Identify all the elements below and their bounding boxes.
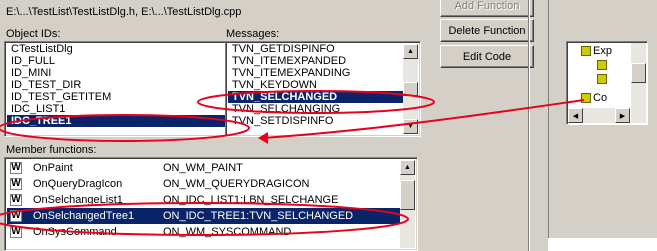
member-function-handler: ON_WM_PAINT [163, 162, 243, 174]
member-functions-scrollbar[interactable]: ▲ [400, 160, 415, 248]
windows-message-icon: W [10, 210, 22, 222]
member-function-row[interactable]: W OnSelchangeList1 ON_IDC_LIST1:LBN_SELC… [7, 192, 401, 208]
object-id-item[interactable]: IDC_LIST1 [7, 103, 247, 115]
member-function-name: OnPaint [33, 162, 73, 174]
member-function-name: OnSelchangeList1 [33, 194, 123, 206]
file-path: E:\...\TestList\TestListDlg.h, E:\...\Te… [6, 6, 242, 18]
add-function-button[interactable]: Add Function [440, 0, 534, 17]
message-item[interactable]: TVN_GETDISPINFO [228, 43, 404, 55]
object-id-item[interactable]: ID_TEST_GETITEM [7, 91, 247, 103]
panel-edge [548, 0, 549, 251]
member-function-name: OnSelchangedTree1 [33, 210, 135, 222]
tree-item[interactable]: Exp [581, 45, 612, 59]
tree-node-icon [581, 46, 591, 57]
member-function-row[interactable]: W OnQueryDragIcon ON_WM_QUERYDRAGICON [7, 176, 401, 192]
member-function-row[interactable]: W OnPaint ON_WM_PAINT [7, 160, 401, 176]
windows-message-icon: W [10, 162, 22, 174]
windows-message-icon: W [10, 194, 22, 206]
scroll-right-icon[interactable]: ▶ [615, 108, 630, 123]
message-item[interactable]: TVN_SETDISPINFO [228, 115, 404, 127]
message-item[interactable]: TVN_SELCHANGING [228, 103, 404, 115]
scroll-thumb[interactable] [403, 82, 418, 96]
tree-scrollbar[interactable] [631, 43, 646, 123]
member-function-handler: ON_WM_QUERYDRAGICON [163, 178, 310, 190]
scroll-thumb[interactable] [400, 180, 415, 210]
member-function-handler: ON_IDC_LIST1:LBN_SELCHANGE [163, 194, 339, 206]
member-functions-listbox[interactable]: W OnPaint ON_WM_PAINT W OnQueryDragIcon … [4, 157, 418, 251]
object-id-item[interactable]: ID_FULL [7, 55, 247, 67]
member-function-name: OnQueryDragIcon [33, 178, 123, 190]
edit-code-button[interactable]: Edit Code [440, 45, 534, 68]
scroll-up-icon[interactable]: ▲ [400, 160, 415, 175]
tree-item[interactable]: Co [581, 92, 607, 106]
tree-node-icon [597, 74, 607, 85]
object-id-item[interactable]: ID_MINI [7, 67, 247, 79]
tree-control-preview[interactable]: Exp Co ◀ ▶ [566, 41, 648, 125]
scroll-thumb[interactable] [631, 63, 646, 83]
tree-node-icon [581, 93, 591, 104]
member-function-handler: ON_IDC_TREE1:TVN_SELCHANGED [163, 210, 354, 222]
object-id-item[interactable]: ID_TEST_DIR [7, 79, 247, 91]
message-item[interactable]: TVN_ITEMEXPANDING [228, 67, 404, 79]
message-item[interactable]: TVN_KEYDOWN [228, 79, 404, 91]
scroll-up-icon[interactable]: ▲ [403, 44, 418, 59]
object-ids-label: Object IDs: [6, 28, 61, 40]
tree-horizontal-scrollbar[interactable]: ◀ ▶ [568, 108, 630, 123]
object-id-item[interactable]: CTestListDlg [7, 43, 247, 55]
panel-bottom [548, 238, 657, 251]
member-function-name: OnSysCommand [33, 226, 117, 238]
member-function-row-selected[interactable]: W OnSelchangedTree1 ON_IDC_TREE1:TVN_SEL… [7, 208, 401, 224]
message-item-selected[interactable]: TVN_SELCHANGED [228, 91, 404, 103]
tree-item[interactable] [597, 59, 609, 73]
member-function-row[interactable]: W OnSysCommand ON_WM_SYSCOMMAND [7, 224, 401, 240]
tree-node-icon [597, 60, 607, 71]
messages-scrollbar[interactable]: ▲ ▼ [403, 44, 418, 134]
tree-item[interactable] [597, 73, 609, 87]
message-item[interactable]: TVN_ITEMEXPANDED [228, 55, 404, 67]
member-function-handler: ON_WM_SYSCOMMAND [163, 226, 292, 238]
divider-highlight [529, 0, 530, 251]
object-id-item-selected[interactable]: IDC_TREE1 [7, 115, 247, 127]
messages-listbox[interactable]: TVN_GETDISPINFO TVN_ITEMEXPANDED TVN_ITE… [225, 41, 421, 137]
tree-item-label: Exp [593, 45, 612, 57]
scroll-left-icon[interactable]: ◀ [568, 108, 583, 123]
windows-message-icon: W [10, 178, 22, 190]
tree-item-label: Co [593, 92, 608, 104]
scroll-down-icon[interactable]: ▼ [403, 119, 418, 134]
windows-message-icon: W [10, 226, 22, 238]
delete-function-button[interactable]: Delete Function [440, 19, 534, 42]
member-functions-label: Member functions: [6, 144, 97, 156]
messages-label: Messages: [226, 28, 280, 40]
